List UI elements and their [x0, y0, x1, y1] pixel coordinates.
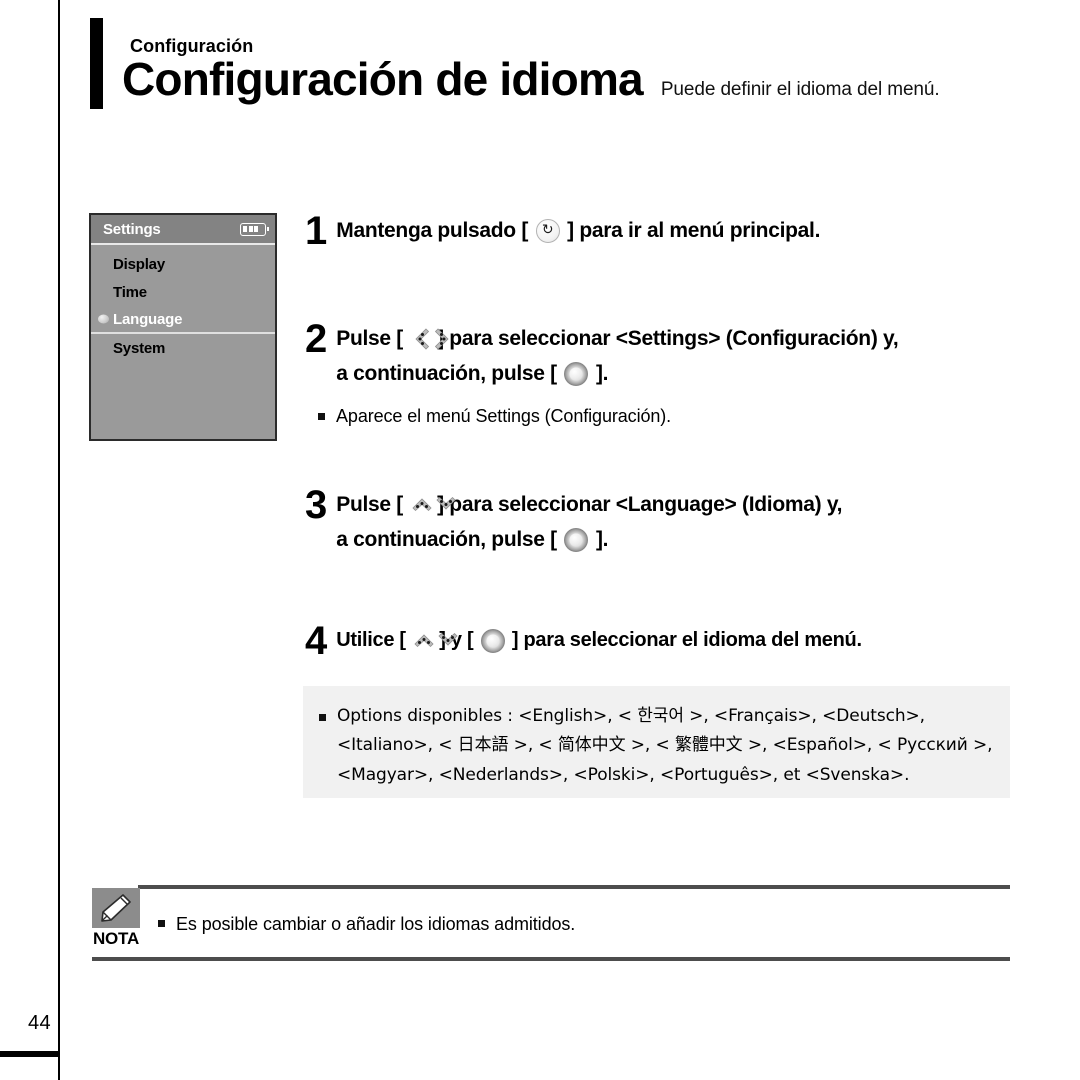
- step-2: 2 Pulse [ ] para seleccionar <Settings> …: [305, 317, 899, 391]
- page-subtitle: Puede definir el idioma del menú.: [660, 79, 940, 100]
- step-text: Pulse [ ] para seleccionar <Language> (I…: [336, 488, 843, 557]
- selection-dot-icon: [98, 314, 109, 324]
- device-menu-item-label: Display: [113, 255, 165, 273]
- note-divider-bottom: [92, 957, 1010, 961]
- select-button-icon: [564, 528, 589, 553]
- note-block: NOTA Es posible cambiar o añadir los idi…: [92, 885, 1010, 965]
- page-header: Configuración Configuración de idioma Pu…: [90, 18, 1010, 118]
- available-options-box: Options disponibles : <English>, < 한국어 >…: [303, 686, 1010, 798]
- note-divider-top: [138, 885, 1010, 889]
- step-text: Pulse [ ] para seleccionar <Settings> (C…: [336, 322, 899, 391]
- step-text-part: ] para seleccionar <Settings> (Configura…: [431, 327, 899, 350]
- options-line-1: Options disponibles : <English>, < 한국어 >…: [337, 706, 925, 726]
- page-number: 44: [28, 1012, 52, 1034]
- left-right-chevron-icon: [411, 328, 449, 351]
- options-text: Options disponibles : <English>, < 한국어 >…: [337, 702, 993, 790]
- device-menu-list: Display Time Language System: [91, 245, 275, 362]
- device-screen-title: Settings: [103, 220, 161, 238]
- step-number: 3: [305, 483, 327, 527]
- device-menu-item-time[interactable]: Time: [91, 278, 275, 306]
- device-menu-item-display[interactable]: Display: [91, 250, 275, 278]
- square-bullet-icon: [318, 413, 325, 420]
- options-line-3: <Magyar>, <Nederlands>, <Polski>, <Portu…: [337, 764, 910, 785]
- step-text-part: ] para seleccionar el idioma del menú.: [506, 629, 862, 651]
- square-bullet-icon: [319, 714, 326, 721]
- device-screen-mockup: Settings Display Time Language System: [89, 213, 277, 441]
- note-text: Es posible cambiar o añadir los idiomas …: [176, 914, 576, 934]
- page-title: Configuración de idioma: [122, 53, 644, 105]
- step-text-part: a continuación, pulse [: [336, 361, 563, 385]
- step-number: 2: [305, 317, 327, 361]
- bullet-after-step-2: Aparece el menú Settings (Configuración)…: [318, 401, 671, 433]
- bullet-text: Aparece el menú Settings (Configuración)…: [336, 406, 672, 426]
- step-text-part: a continuación, pulse [: [336, 527, 563, 551]
- pencil-icon: [92, 888, 140, 928]
- step-text-part: Mantenga pulsado [: [336, 219, 534, 242]
- battery-full-icon: [240, 222, 269, 236]
- step-text-part: ].: [590, 527, 609, 551]
- device-menu-item-label: Language: [113, 310, 183, 328]
- up-down-chevron-icon: [411, 494, 456, 516]
- device-menu-item-label: System: [113, 339, 166, 357]
- return-icon: ↻: [535, 219, 560, 244]
- step-text-part: ].: [590, 361, 609, 385]
- step-text-part: Utilice [: [336, 629, 412, 651]
- step-number: 4: [305, 619, 327, 663]
- step-text-part: ] para seleccionar <Language> (Idioma) y…: [431, 493, 843, 516]
- step-4: 4 Utilice [ ] y [ ] para seleccionar el …: [305, 619, 862, 663]
- step-number: 1: [305, 209, 327, 253]
- device-menu-item-label: Time: [113, 283, 147, 301]
- footer-rule: [0, 1051, 58, 1057]
- options-line-2: <Italiano>, < 日本語 >, < 简体中文 >, < 繁體中文 >,…: [337, 735, 993, 756]
- device-titlebar: Settings: [91, 215, 275, 245]
- header-title-row: Configuración de idioma Puede definir el…: [122, 56, 940, 102]
- step-text-part: ] para ir al menú principal.: [561, 219, 821, 242]
- note-badge: NOTA: [92, 888, 140, 949]
- step-text-part: Pulse [: [336, 327, 409, 350]
- step-text-part: Pulse [: [336, 493, 409, 516]
- options-content: Options disponibles : <English>, < 한국어 >…: [319, 702, 993, 790]
- step-text: Mantenga pulsado [ ↻ ] para ir al menú p…: [336, 214, 820, 249]
- step-1: 1 Mantenga pulsado [ ↻ ] para ir al menú…: [305, 209, 820, 253]
- step-3: 3 Pulse [ ] para seleccionar <Language> …: [305, 483, 843, 557]
- header-accent-bar: [90, 18, 103, 109]
- device-menu-item-system[interactable]: System: [91, 334, 275, 362]
- page-left-rule: [58, 0, 60, 1080]
- note-badge-label: NOTA: [92, 929, 140, 948]
- note-text-row: Es posible cambiar o añadir los idiomas …: [158, 911, 575, 938]
- step-text: Utilice [ ] y [ ] para seleccionar el id…: [336, 624, 862, 657]
- select-button-icon: [480, 628, 505, 653]
- square-bullet-icon: [158, 920, 165, 927]
- device-menu-item-language[interactable]: Language: [91, 306, 275, 334]
- up-down-chevron-icon: [413, 630, 458, 652]
- select-button-icon: [564, 362, 589, 387]
